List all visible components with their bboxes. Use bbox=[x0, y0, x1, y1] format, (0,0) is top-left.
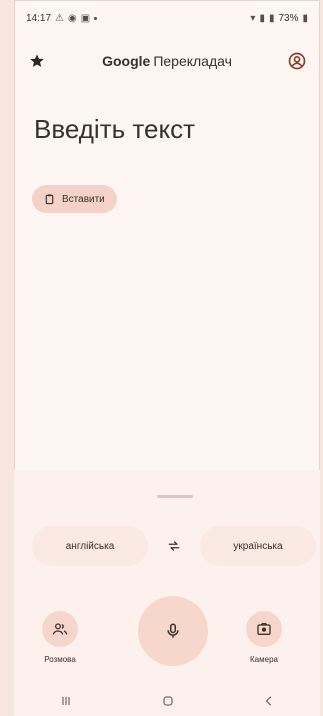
mic-icon[interactable] bbox=[138, 596, 208, 666]
text-input[interactable]: Введіть текст bbox=[34, 114, 195, 145]
wifi-icon: ▾ bbox=[250, 12, 256, 24]
app-name: Перекладач bbox=[153, 53, 232, 69]
alert-icon: ⚠ bbox=[55, 12, 64, 24]
camera-action[interactable]: Камера bbox=[246, 611, 282, 664]
more-dot-icon bbox=[94, 16, 98, 20]
language-selector: англійська українська bbox=[32, 526, 316, 566]
recents-icon[interactable] bbox=[59, 694, 73, 712]
swap-icon[interactable] bbox=[159, 531, 189, 561]
people-icon[interactable] bbox=[42, 611, 78, 647]
status-left: 14:17 ⚠ ◉ ▣ bbox=[26, 12, 98, 24]
camera-label: Камера bbox=[250, 655, 278, 664]
signal-icon: ▮ bbox=[259, 12, 265, 24]
battery-icon: ▮ bbox=[302, 12, 308, 24]
paste-button[interactable]: Вставити bbox=[32, 185, 117, 213]
camera-icon[interactable] bbox=[246, 611, 282, 647]
drag-handle[interactable] bbox=[157, 495, 193, 498]
star-icon[interactable] bbox=[24, 48, 50, 74]
source-language-button[interactable]: англійська bbox=[32, 526, 148, 566]
app-frame: 14:17 ⚠ ◉ ▣ ▾ ▮ ▮ 73% ▮ Google Переклада… bbox=[14, 0, 320, 716]
status-time: 14:17 bbox=[26, 12, 52, 24]
sync-icon: ◉ bbox=[68, 12, 77, 24]
notification-icon: ▣ bbox=[80, 12, 91, 24]
voice-input-action[interactable] bbox=[138, 596, 208, 666]
top-bar: Google Перекладач bbox=[14, 44, 320, 78]
signal2-icon: ▮ bbox=[268, 12, 275, 24]
app-title: Google Перекладач bbox=[102, 53, 232, 69]
home-icon[interactable] bbox=[162, 694, 174, 712]
conversation-label: Розмова bbox=[44, 655, 76, 664]
back-icon[interactable] bbox=[263, 694, 275, 712]
status-right: ▾ ▮ ▮ 73% ▮ bbox=[250, 13, 308, 24]
status-bar: 14:17 ⚠ ◉ ▣ ▾ ▮ ▮ 73% ▮ bbox=[14, 0, 320, 36]
bottom-panel bbox=[14, 470, 320, 716]
paste-label: Вставити bbox=[62, 193, 105, 205]
brand-name: Google bbox=[102, 53, 151, 69]
account-icon[interactable] bbox=[284, 48, 310, 74]
clipboard-icon bbox=[45, 194, 54, 205]
system-nav-bar bbox=[14, 690, 320, 716]
target-language-button[interactable]: українська bbox=[200, 526, 316, 566]
battery-percent: 73% bbox=[278, 12, 299, 24]
conversation-action[interactable]: Розмова bbox=[42, 611, 78, 664]
